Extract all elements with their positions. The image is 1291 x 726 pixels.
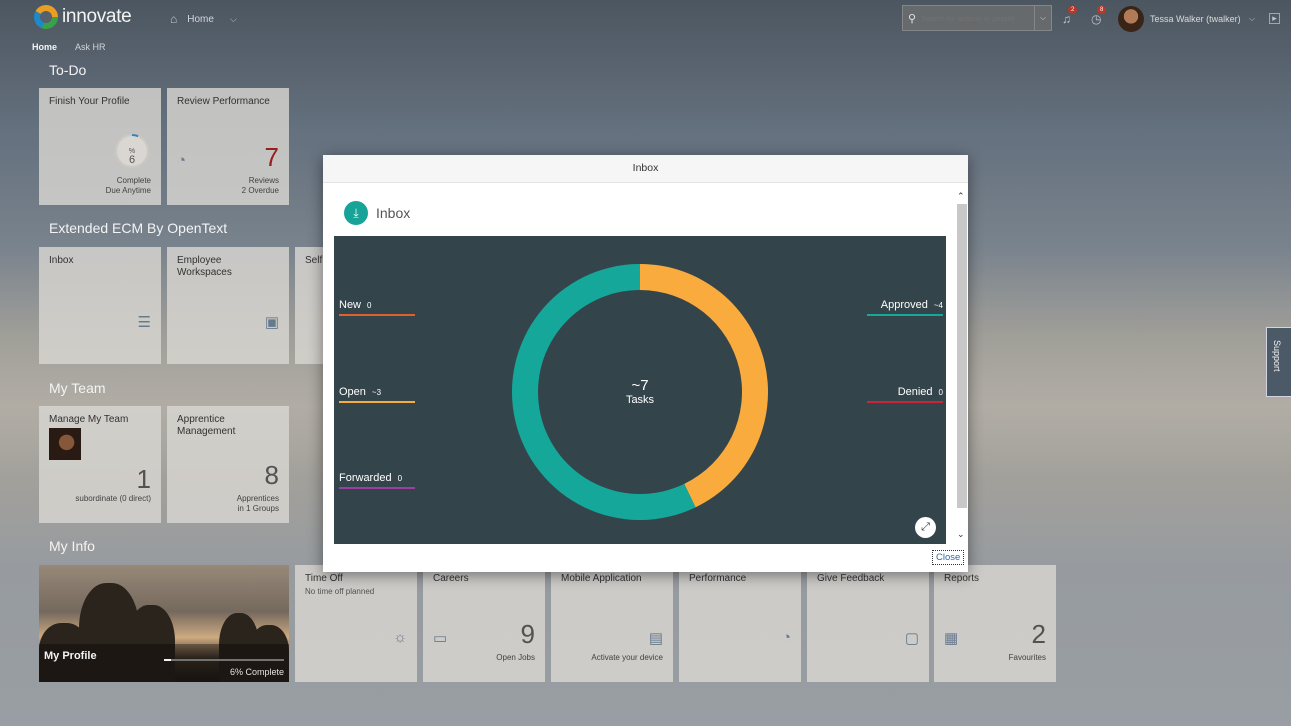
legend-denied[interactable]: Denied 0	[867, 386, 943, 403]
donut-center: ~7 Tasks	[612, 377, 668, 407]
legend-new[interactable]: New 0	[339, 299, 415, 316]
center-value: ~7	[631, 377, 649, 394]
inbox-icon: ⤓	[344, 201, 368, 225]
expand-icon[interactable]: ⤢	[915, 517, 936, 538]
scroll-up-icon[interactable]: ⌃	[957, 191, 965, 202]
inbox-card-header: ⤓ Inbox	[344, 201, 410, 225]
legend-approved[interactable]: Approved ~4	[867, 299, 943, 316]
donut-slice-open[interactable]	[511, 264, 696, 520]
inbox-dialog: Inbox ⌃ ⌄ ⤓ Inbox New 0 Open ~3 Forwarded 0…	[323, 155, 968, 572]
close-button[interactable]: Close	[932, 550, 965, 565]
scroll-thumb[interactable]	[957, 204, 967, 508]
scroll-down-icon[interactable]: ⌄	[957, 529, 965, 540]
dialog-title: Inbox	[323, 155, 968, 183]
dialog-scrollbar[interactable]: ⌃ ⌄	[957, 188, 967, 540]
ring-value: 6	[128, 154, 136, 166]
legend-open[interactable]: Open ~3	[339, 386, 415, 403]
inbox-card-title: Inbox	[376, 205, 411, 221]
inbox-chart-panel: New 0 Open ~3 Forwarded 0 Approved ~4 Denied…	[334, 236, 946, 544]
legend-forwarded[interactable]: Forwarded 0	[339, 472, 415, 489]
center-label: Tasks	[625, 394, 655, 406]
